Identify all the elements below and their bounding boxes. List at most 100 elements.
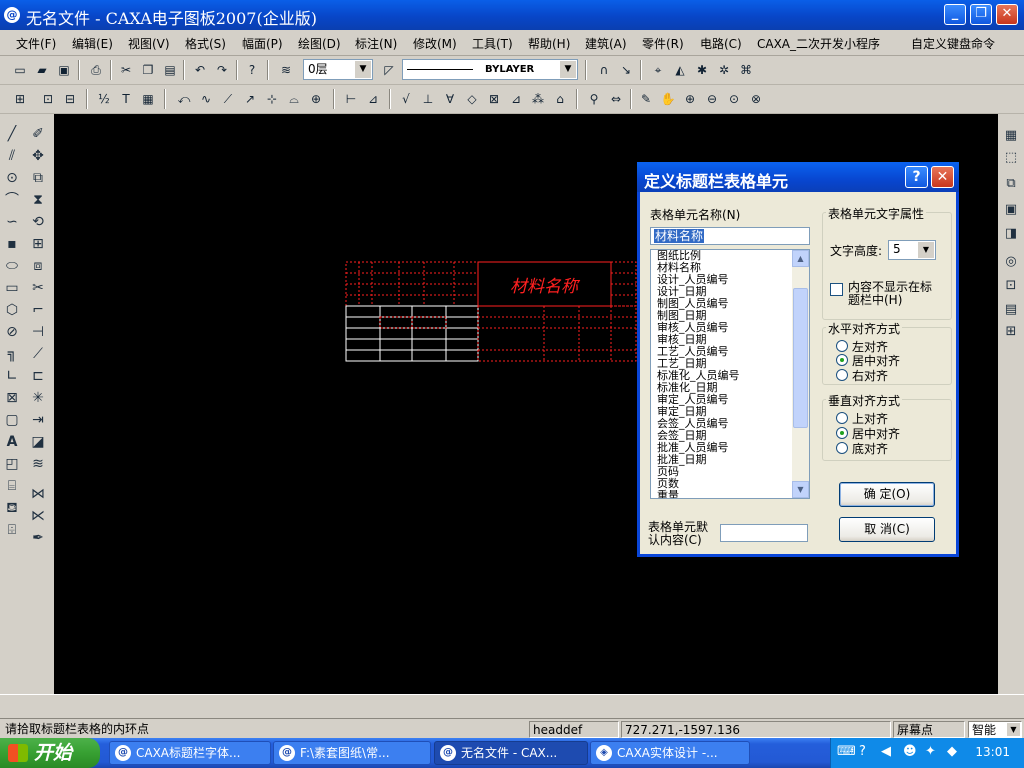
fillet-icon[interactable]: ⌐ [28, 300, 48, 320]
menu-view[interactable]: 视图(V) [128, 35, 170, 52]
section-icon[interactable]: ⊿ [506, 89, 526, 109]
network-icon[interactable]: ✦ [925, 744, 936, 759]
roughness-icon[interactable]: √ [396, 89, 416, 109]
dimension-chain-icon[interactable]: ⋈ [28, 484, 48, 504]
smart-snap-select[interactable]: 智能 ▼ [968, 721, 1022, 738]
tolerance-icon[interactable]: ◇ [462, 89, 482, 109]
dialog-help-button[interactable]: ? [905, 166, 928, 188]
stretch-icon[interactable]: ⟋ [28, 344, 48, 364]
frame-icon[interactable]: ▣ [1001, 200, 1021, 220]
balloon-icon[interactable]: ⁂ [528, 89, 548, 109]
pan-icon[interactable]: ✋ [658, 89, 678, 109]
linear-dim-icon[interactable]: ⊢ [341, 89, 361, 109]
arc-icon[interactable]: ⌒ [2, 190, 22, 210]
cursor-snap-icon[interactable]: ↘ [616, 60, 636, 80]
eraser-icon[interactable]: ✐ [28, 124, 48, 144]
zoom-window-icon[interactable]: ⊡ [38, 89, 58, 109]
hide-text-checkbox[interactable] [830, 283, 843, 296]
equidistant-icon[interactable]: ╗ [2, 344, 22, 364]
trim-icon[interactable]: ↗ [240, 89, 260, 109]
3d-box-icon[interactable]: ⬚ [1001, 148, 1021, 168]
v-align-center-radio[interactable] [836, 427, 848, 439]
point-draw-icon[interactable]: ▪ [2, 234, 22, 254]
menu-modify[interactable]: 修改(M) [413, 35, 457, 52]
pattern-icon[interactable]: ⌓ [284, 89, 304, 109]
zoom-dynamic-icon[interactable]: ⊗ [746, 89, 766, 109]
menu-draw[interactable]: 绘图(D) [298, 35, 341, 52]
centerline-icon[interactable]: ⊘ [2, 322, 22, 342]
parts-table-icon[interactable]: ▤ [1001, 300, 1021, 320]
zoom-previous-icon[interactable]: ⊙ [724, 89, 744, 109]
dimension-base-icon[interactable]: ⋉ [28, 506, 48, 526]
menu-dev-tools[interactable]: CAXA_二次开发小程序 [757, 35, 880, 52]
layer-settings-icon[interactable]: ⧉ [1001, 174, 1021, 194]
zoom-in-icon[interactable]: ⊕ [680, 89, 700, 109]
ok-button[interactable]: 确 定(O) [839, 482, 935, 507]
sheet-size-icon[interactable]: ▦ [1001, 126, 1021, 146]
layer-select[interactable]: 0层 ▼ [303, 59, 373, 80]
list-scrollbar[interactable]: ▲ ▼ [792, 250, 809, 498]
hatch-icon[interactable]: ∟ [2, 366, 22, 386]
title-block-icon[interactable]: ◨ [1001, 224, 1021, 244]
security-icon[interactable]: ◆ [947, 744, 957, 759]
weld-icon[interactable]: ∀ [440, 89, 460, 109]
taskbar-item[interactable]: @ F:\素套图纸\常... [273, 741, 431, 765]
layers-icon[interactable]: ≋ [28, 454, 48, 474]
minimize-button[interactable]: _ [944, 4, 966, 25]
zoom-table-icon[interactable]: ⊟ [60, 89, 80, 109]
h-align-right-radio[interactable] [836, 369, 848, 381]
redo-icon[interactable]: ↷ [212, 60, 232, 80]
insert-block-icon[interactable]: ⌸ [2, 476, 22, 496]
default-content-input[interactable] [720, 524, 808, 542]
object-properties-icon[interactable]: ⌖ [648, 60, 668, 80]
new-file-icon[interactable]: ▭ [10, 60, 30, 80]
text-draw-icon[interactable]: A [2, 432, 22, 452]
menu-help[interactable]: 帮助(H) [528, 35, 570, 52]
rotate-icon[interactable]: ⟲ [28, 212, 48, 232]
fill-icon[interactable]: ⊠ [2, 388, 22, 408]
parts-number-icon[interactable]: ◎ [1001, 252, 1021, 272]
mirror-icon[interactable]: ⧗ [28, 190, 48, 210]
cancel-button[interactable]: 取 消(C) [839, 517, 935, 542]
line-icon[interactable]: ╱ [2, 124, 22, 144]
keyboard-icon[interactable]: ⌨ [837, 744, 856, 759]
text-height-select[interactable]: 5 ▼ [888, 240, 936, 260]
linetype-icon[interactable]: ◸ [379, 60, 399, 80]
move-icon[interactable]: ✥ [28, 146, 48, 166]
array-icon[interactable]: ⊞ [28, 234, 48, 254]
cut-icon[interactable]: ✂ [116, 60, 136, 80]
layer-icon[interactable]: ≋ [276, 60, 296, 80]
menu-edit[interactable]: 编辑(E) [72, 35, 113, 52]
format-brush-icon[interactable]: ✱ [692, 60, 712, 80]
cell-name-input[interactable]: 材料名称 [650, 227, 810, 245]
maximize-button[interactable]: ❐ [970, 4, 992, 25]
h-align-left-radio[interactable] [836, 340, 848, 352]
save-icon[interactable]: ▣ [54, 60, 74, 80]
snap-icon[interactable]: ∩ [594, 60, 614, 80]
v-align-bottom-radio[interactable] [836, 442, 848, 454]
taskbar-item[interactable]: ◈ CAXA实体设计 -... [590, 741, 750, 765]
extend-icon[interactable]: ⊣ [28, 322, 48, 342]
leader-icon[interactable]: ⊠ [484, 89, 504, 109]
undo-icon[interactable]: ↶ [190, 60, 210, 80]
paste-icon[interactable]: ▤ [160, 60, 180, 80]
view-arrow-icon[interactable]: ⌂ [550, 89, 570, 109]
center-mark-icon[interactable]: ⊕ [306, 89, 326, 109]
taskbar-item-active[interactable]: @ 无名文件 - CAX... [434, 741, 588, 765]
cell-name-list-item[interactable]: 重量 [657, 490, 789, 499]
taskbar-item[interactable]: @ CAXA标题栏字体... [109, 741, 271, 765]
menu-architecture[interactable]: 建筑(A) [585, 35, 627, 52]
scroll-thumb[interactable] [793, 288, 808, 428]
library-icon[interactable]: ⌹ [2, 520, 22, 540]
parts-table-icon[interactable]: ▦ [138, 89, 158, 109]
help-tray-icon[interactable]: ? [859, 744, 866, 759]
trim-cut-icon[interactable]: ✂ [28, 278, 48, 298]
explode-icon[interactable]: ✳ [28, 388, 48, 408]
cell-name-list[interactable]: 图纸比例 材料名称 设计_人员编号 设计_日期 制图_人员编号 制图_日期 审核_人员编号审… [650, 249, 810, 499]
spline-draw-icon[interactable]: ∽ [2, 212, 22, 232]
print-icon[interactable]: ⎙ [86, 60, 106, 80]
circle-icon[interactable]: ⊙ [2, 168, 22, 188]
break-line-icon[interactable]: ⊏ [28, 366, 48, 386]
grid-icon[interactable]: ⊞ [1001, 322, 1021, 342]
arc-curve-icon[interactable]: ⤺ [174, 89, 194, 109]
